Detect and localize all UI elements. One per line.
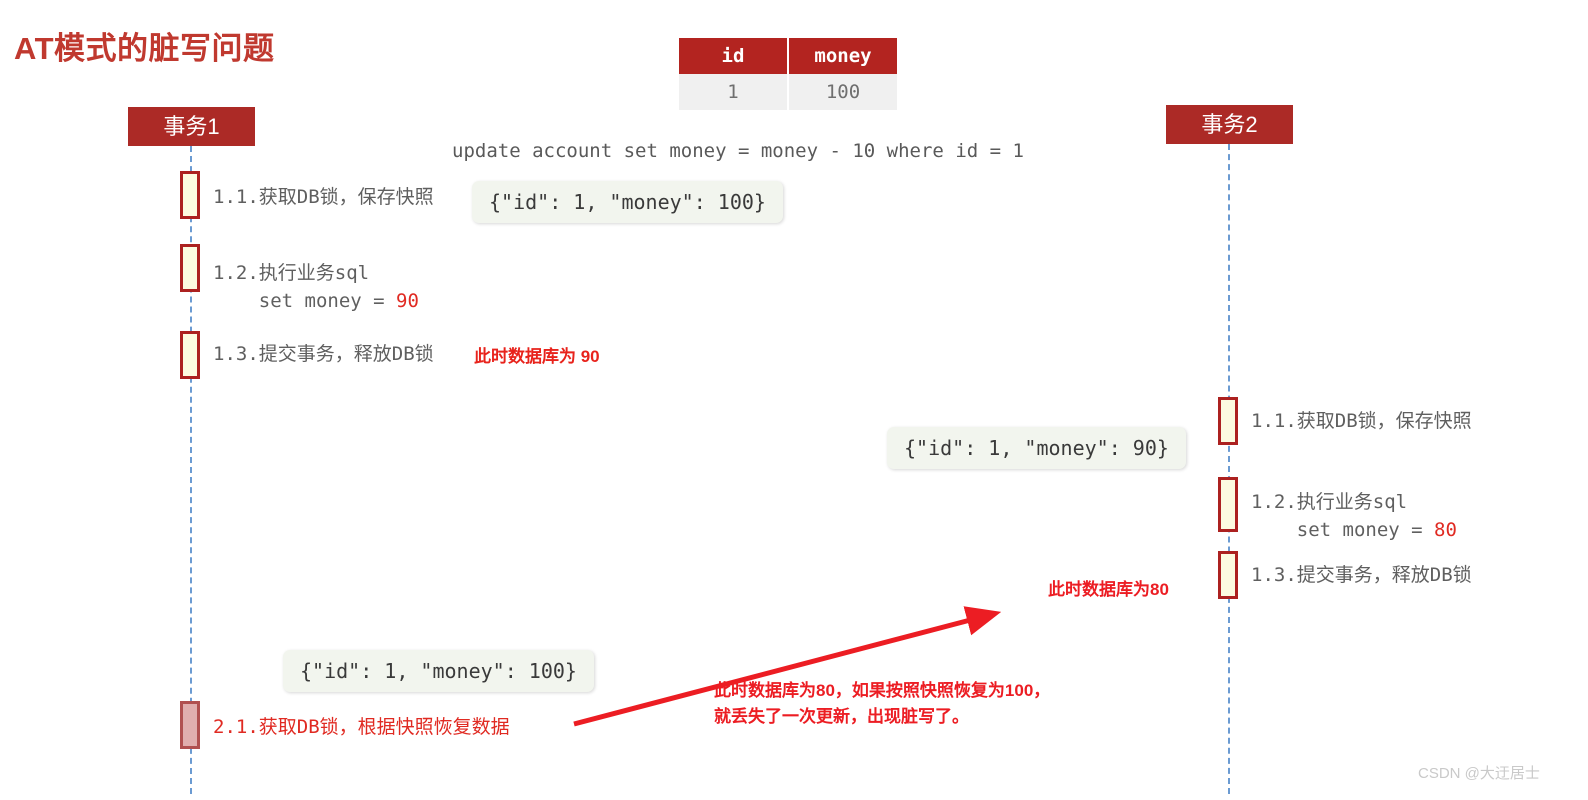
step-label-tx1-2-line2: set money = [213, 290, 397, 312]
step-label-tx1-3: 1.3.提交事务，释放DB锁 [213, 343, 434, 365]
activation-bar-tx1-step3 [180, 331, 200, 379]
step-label-tx2-2-line2: set money = [1251, 519, 1435, 541]
step-value-tx2-2: 80 [1434, 519, 1457, 541]
step-value-tx1-2: 90 [396, 290, 419, 312]
account-table: id money 1 100 [679, 38, 897, 110]
snapshot-box-2: {"id": 1, "money": 90} [887, 427, 1186, 469]
snapshot-box-3: {"id": 1, "money": 100} [283, 650, 594, 692]
step-label-tx2-2-line1: 1.2.执行业务sql [1251, 491, 1408, 513]
annotation-db-is-80: 此时数据库为80 [1048, 580, 1169, 599]
step-label-tx1-1: 1.1.获取DB锁，保存快照 [213, 186, 434, 208]
diagram-canvas: AT模式的脏写问题 id money 1 100 update account … [0, 0, 1588, 800]
snapshot-box-1: {"id": 1, "money": 100} [472, 181, 783, 223]
table-cell-money: 100 [788, 74, 897, 110]
activation-bar-tx2-step1 [1218, 397, 1238, 445]
table-cell-id: 1 [679, 74, 789, 110]
step-label-tx1-2: 1.2.执行业务sql set money = 90 [213, 259, 419, 315]
watermark: CSDN @大迂居士 [1418, 765, 1540, 782]
table-header-id: id [679, 38, 789, 74]
step-label-tx2-2: 1.2.执行业务sql set money = 80 [1251, 488, 1457, 544]
activation-bar-tx1-rollback [180, 701, 200, 749]
lifeline-tx2 [1228, 144, 1230, 794]
participant-header-tx2: 事务2 [1166, 105, 1293, 144]
step-label-tx2-1: 1.1.获取DB锁，保存快照 [1251, 410, 1472, 432]
page-title: AT模式的脏写问题 [14, 31, 275, 66]
activation-bar-tx2-step3 [1218, 551, 1238, 599]
annotation-dirty-write: 此时数据库为80，如果按照快照恢复为100， 就丢失了一次更新，出现脏写了。 [714, 681, 1051, 726]
annotation-db-is-90: 此时数据库为 90 [474, 347, 600, 366]
activation-bar-tx1-step1 [180, 171, 200, 219]
participant-header-tx1: 事务1 [128, 107, 255, 146]
step-label-tx1-2-line1: 1.2.执行业务sql [213, 262, 370, 284]
step-label-tx2-3: 1.3.提交事务，释放DB锁 [1251, 564, 1472, 586]
activation-bar-tx2-step2 [1218, 477, 1238, 532]
activation-bar-tx1-step2 [180, 244, 200, 292]
table-row: 1 100 [679, 74, 897, 110]
step-label-tx1-rollback: 2.1.获取DB锁，根据快照恢复数据 [213, 716, 510, 738]
sql-statement: update account set money = money - 10 wh… [452, 140, 1024, 162]
table-header-row: id money [679, 38, 897, 74]
table-header-money: money [788, 38, 897, 74]
